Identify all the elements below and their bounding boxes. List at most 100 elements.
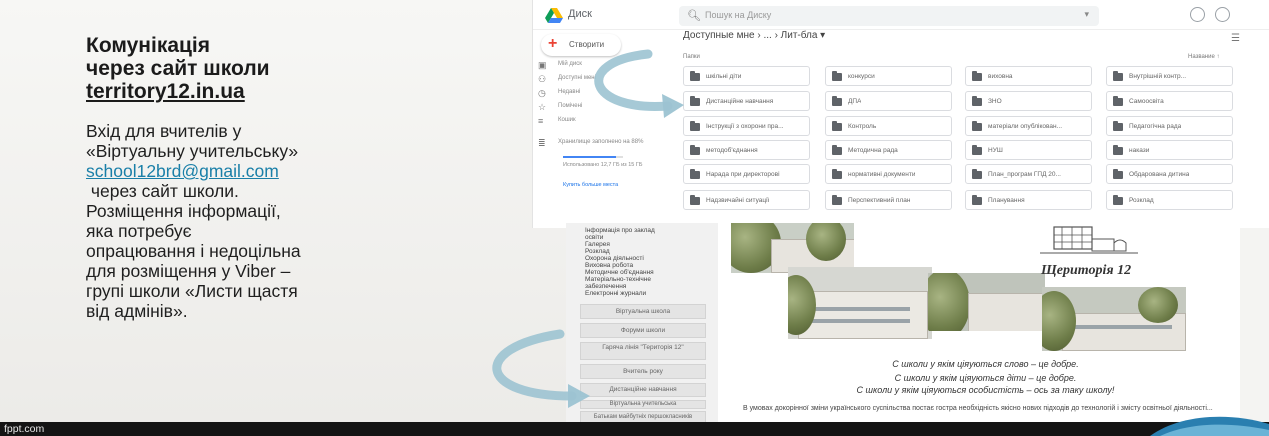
quote-line-2: С школи у якім ціяуються діти – це добре… [894, 373, 1077, 383]
menu-button-distance-learning[interactable]: Дистанційне навчання [580, 383, 706, 397]
drive-app-name: Диск [568, 8, 592, 20]
tree [928, 273, 970, 331]
folder-item[interactable]: матеріали опублікован... [965, 116, 1092, 136]
list-view-icon[interactable]: ☰ [1231, 33, 1240, 44]
sidebar-item-label: Помічені [558, 103, 583, 109]
storage-bar [563, 156, 623, 158]
folder-item[interactable]: Планування [965, 190, 1092, 210]
clock-icon: ◷ [538, 88, 546, 98]
folder-item[interactable]: Розклад [1106, 190, 1233, 210]
menu-button-future-first-graders[interactable]: Батькам майбутніх першокласників [580, 411, 706, 422]
sort-control[interactable]: Название ↑ [1188, 54, 1219, 60]
folder-item[interactable]: нормативні документи [825, 164, 952, 184]
folder-item[interactable]: накази [1106, 140, 1233, 160]
folder-item[interactable]: шкільні діти [683, 66, 810, 86]
menu-link[interactable]: Інформація про заклад [585, 227, 655, 234]
folder-item[interactable]: ЗНО [965, 91, 1092, 111]
folders-heading: Папки [683, 54, 700, 60]
folder-label: матеріали опублікован... [988, 123, 1063, 130]
create-button-label: Створити [569, 40, 605, 49]
folder-item[interactable]: Надзвичайні ситуації [683, 190, 810, 210]
folder-item[interactable]: конкурси [825, 66, 952, 86]
folder-item[interactable]: виховна [965, 66, 1092, 86]
menu-link[interactable]: Галерея [585, 241, 610, 248]
slide-body: Вхід для вчителів у «Віртуальну учительс… [86, 121, 506, 321]
school-site-link[interactable]: territory12.in.ua [86, 80, 506, 103]
folder-item[interactable]: ДПА [825, 91, 952, 111]
folder-label: Обдарована дитина [1129, 171, 1190, 178]
buy-storage-link[interactable]: Купить больше места [563, 182, 618, 188]
plus-icon: + [548, 35, 558, 52]
menu-link[interactable]: Охорона діяльності [585, 255, 644, 262]
menu-link[interactable]: освіти [585, 234, 603, 241]
folder-icon [832, 121, 842, 131]
folder-label: конкурси [848, 73, 875, 80]
folder-item[interactable]: Контроль [825, 116, 952, 136]
folder-item[interactable]: Самоосвіта [1106, 91, 1233, 111]
drive-screenshot: Диск 🔍︎ Пошук на Диску ▾ + Створити Дост… [532, 0, 1269, 228]
menu-link[interactable]: Матеріально-технічне [585, 276, 651, 283]
folder-icon [690, 71, 700, 81]
folder-item[interactable]: НУШ [965, 140, 1092, 160]
folder-icon [832, 71, 842, 81]
folder-item[interactable]: План_програм ГПД 20... [965, 164, 1092, 184]
building [798, 291, 928, 339]
folder-label: шкільні діти [706, 73, 742, 80]
create-button[interactable]: + Створити [541, 34, 621, 56]
menu-button-forums[interactable]: Форуми школи [580, 323, 706, 338]
school-photo-4 [1042, 287, 1186, 351]
menu-button-teacher-of-year[interactable]: Вчитель року [580, 364, 706, 379]
settings-icon[interactable] [1215, 7, 1230, 22]
title-line-2: через сайт школи [86, 57, 270, 80]
folder-icon [972, 195, 982, 205]
folder-item[interactable]: Внутрішній контр... [1106, 66, 1233, 86]
search-options-icon[interactable]: ▾ [1084, 9, 1089, 20]
folder-label: методоб'єднання [706, 147, 758, 154]
apps-icon[interactable] [1248, 7, 1263, 22]
folder-label: Перспективний план [848, 197, 911, 204]
folder-item[interactable]: Дистанційне навчання [683, 91, 810, 111]
body-line-1: Вхід для вчителів у [86, 121, 242, 141]
folder-label: ЗНО [988, 98, 1002, 105]
body-line-4: через сайт школи. [86, 181, 239, 201]
folder-icon [832, 145, 842, 155]
body-line-10: від адмінів». [86, 301, 188, 321]
folder-item[interactable]: методоб'єднання [683, 140, 810, 160]
menu-link[interactable]: Електронні журнали [585, 290, 646, 297]
help-icon[interactable] [1190, 7, 1205, 22]
sidebar-item-label: Недавні [558, 89, 581, 95]
drive-logo-icon [545, 8, 563, 23]
menu-button-virtual-staffroom[interactable]: Віртуальна учительська [580, 400, 706, 409]
drive-search-bar[interactable]: 🔍︎ Пошук на Диску ▾ [679, 6, 1099, 26]
folder-label: НУШ [988, 147, 1003, 154]
folder-item[interactable]: Нарада при директорові [683, 164, 810, 184]
menu-link[interactable]: Розклад [585, 248, 610, 255]
folder-label: План_програм ГПД 20... [988, 171, 1061, 178]
folder-icon [1113, 195, 1123, 205]
search-icon: 🔍︎ [687, 10, 701, 22]
menu-link[interactable]: Методичне об'єднання [585, 269, 654, 276]
search-input[interactable]: Пошук на Диску [705, 10, 771, 20]
folder-label: нормативні документи [848, 171, 916, 178]
folder-icon [972, 145, 982, 155]
tree [1138, 287, 1178, 323]
folder-item[interactable]: Методична рада [825, 140, 952, 160]
folder-item[interactable]: Обдарована дитина [1106, 164, 1233, 184]
folder-item[interactable]: Інструкції з охорони пра... [683, 116, 810, 136]
website-content: Щериторія 12 С школи у якім ціяуються сл… [731, 223, 1240, 422]
people-icon: ⚇ [538, 74, 547, 84]
drive-icon: ▣ [538, 60, 547, 70]
logo-caption: Щериторія 12 [1041, 263, 1132, 278]
menu-link[interactable]: забезпечення [585, 283, 626, 290]
folder-item[interactable]: Перспективний план [825, 190, 952, 210]
email-link[interactable]: school12brd@gmail.com [86, 161, 506, 181]
folder-label: ДПА [848, 98, 862, 105]
breadcrumb[interactable]: Доступные мне › ... › Лит-бла ▾ [683, 30, 825, 41]
menu-button-virtual-school[interactable]: Віртуальна школа [580, 304, 706, 319]
storage-label: Хранилище заполнено на 88% [558, 139, 644, 145]
menu-link[interactable]: Виховна робота [585, 262, 633, 269]
star-icon: ☆ [538, 102, 547, 112]
folder-item[interactable]: Педагогічна рада [1106, 116, 1233, 136]
menu-button-hotline[interactable]: Гаряча лінія "Територія 12" [580, 342, 706, 360]
folder-icon [972, 169, 982, 179]
